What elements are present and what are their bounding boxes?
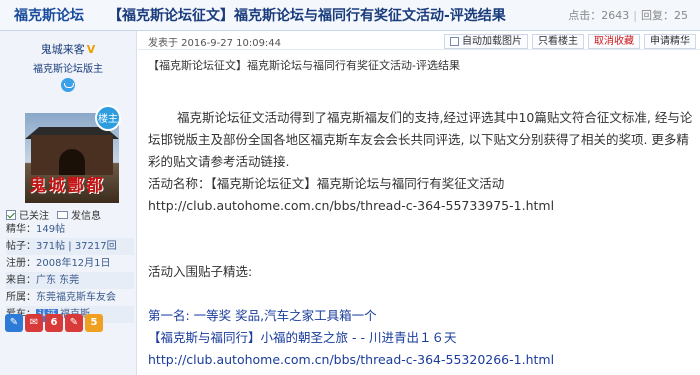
first-prize-line: 第一名: 一等奖 奖品,汽车之家工具箱一个 — [148, 308, 377, 323]
info-key: 精华： — [6, 224, 36, 235]
checked-icon — [6, 209, 16, 220]
follow-button[interactable]: 已关注 — [6, 207, 49, 222]
info-value[interactable]: 东莞福克斯车友会 — [36, 292, 116, 303]
host-badge: 楼主 — [95, 105, 121, 131]
post-toolbar: 发表于 2016-9-27 10:09:44 自动加载图片 只看楼主 取消收藏 … — [138, 33, 700, 50]
info-key: 来自： — [6, 275, 36, 286]
cancel-favorite-button[interactable]: 取消收藏 — [588, 33, 640, 49]
info-row: 来自：广东 东莞 — [6, 272, 134, 289]
moderator-icon — [61, 78, 75, 92]
post-subject: 【福克斯论坛征文】福克斯论坛与福同行有奖征文活动-评选结果 — [148, 59, 460, 72]
send-message-button[interactable]: 发信息 — [57, 207, 101, 222]
medal-icon[interactable]: ✉ — [25, 314, 43, 332]
author-sidebar: 鬼城来客 V 福克斯论坛版主 鬼城酆都 楼主 已关注 发信息 精华：149帖 帖子… — [0, 31, 137, 375]
info-value: 广东 东莞 — [36, 275, 80, 286]
medal-icon[interactable]: ✎ — [65, 314, 83, 332]
post-body: 福克斯论坛征文活动得到了福克斯福友们的支持,经过评选其中10篇贴文符合征文标准,… — [148, 107, 693, 371]
activity-link[interactable]: 活动名称：【福克斯论坛征文】福克斯论坛与福同行有奖征文活动http://club… — [148, 173, 693, 217]
medal-icon[interactable]: 5 — [85, 314, 103, 332]
envelope-icon — [57, 210, 68, 219]
info-key: 帖子： — [6, 241, 36, 252]
info-value[interactable]: 149帖 — [36, 224, 65, 235]
forum-name-link[interactable]: 福克斯论坛 — [0, 5, 108, 25]
checkbox-icon[interactable] — [450, 36, 459, 46]
auto-load-label: 自动加载图片 — [462, 35, 522, 47]
medal-icon[interactable]: ✎ — [5, 314, 23, 332]
info-value[interactable]: 371帖 | 37217回 — [36, 241, 117, 252]
verified-icon: V — [86, 43, 96, 56]
only-host-button[interactable]: 只看楼主 — [532, 33, 584, 49]
post-paragraph: 福克斯论坛征文活动得到了福克斯福友们的支持,经过评选其中10篇贴文符合征文标准,… — [148, 110, 693, 169]
thread-stats: 点击：2643 | 回复：25 — [568, 9, 688, 22]
info-row: 帖子：371帖 | 37217回 — [6, 238, 134, 255]
info-row: 所属：东莞福克斯车友会 — [6, 289, 134, 306]
medal-icon[interactable]: 6 — [45, 314, 63, 332]
author-actions: 已关注 发信息 — [6, 207, 131, 222]
info-value: 2008年12月1日 — [36, 258, 111, 269]
post-timestamp: 发表于 2016-9-27 10:09:44 — [148, 37, 282, 49]
thread-header: 福克斯论坛 【福克斯论坛征文】福克斯论坛与福同行有奖征文活动-评选结果 点击：2… — [0, 0, 700, 31]
follow-label: 已关注 — [19, 211, 49, 222]
info-row: 精华：149帖 — [6, 221, 134, 238]
apply-digest-button[interactable]: 申请精华 — [644, 33, 696, 49]
author-name-text[interactable]: 鬼城来客 — [41, 43, 85, 56]
avatar-text: 鬼城酆都 — [29, 176, 105, 196]
winner-link[interactable]: 【福克斯与福同行】小福的朝圣之旅 - - 川进青出１６天 http://club… — [148, 327, 693, 371]
info-key: 注册： — [6, 258, 36, 269]
author-name[interactable]: 鬼城来客 V — [0, 41, 136, 57]
auto-load-images-toggle[interactable]: 自动加载图片 — [444, 33, 528, 49]
post-paragraph: 活动入围贴子精选: — [148, 264, 253, 279]
author-info: 精华：149帖 帖子：371帖 | 37217回 注册：2008年12月1日 来… — [6, 221, 134, 323]
info-key: 所属： — [6, 292, 36, 303]
message-label: 发信息 — [71, 211, 101, 222]
post-main: 发表于 2016-9-27 10:09:44 自动加载图片 只看楼主 取消收藏 … — [138, 31, 700, 375]
info-row: 注册：2008年12月1日 — [6, 255, 134, 272]
medal-list: ✎ ✉ 6 ✎ 5 — [5, 314, 103, 332]
author-role: 福克斯论坛版主 — [33, 64, 103, 75]
thread-title: 【福克斯论坛征文】福克斯论坛与福同行有奖征文活动-评选结果 — [108, 8, 506, 24]
reply-count: 回复：25 — [641, 9, 688, 22]
click-count: 点击：2643 — [568, 9, 630, 22]
